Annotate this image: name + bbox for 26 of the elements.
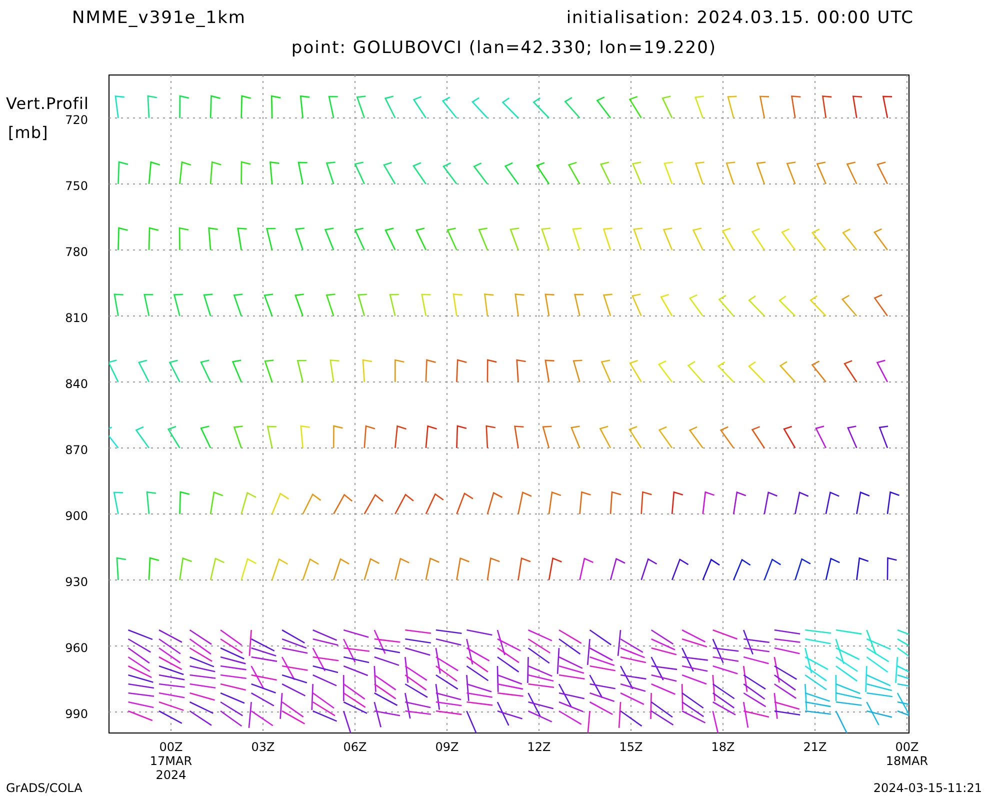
time-tick-label: 18Z	[711, 740, 735, 754]
pressure-tick-label: 930	[65, 575, 88, 589]
time-tick-label: 06Z	[343, 740, 367, 754]
time-tick-label: 09Z	[435, 740, 459, 754]
pressure-tick-label: 900	[65, 509, 88, 523]
point-title: point: GOLUBOVCI (lan=42.330; lon=19.220)	[291, 38, 717, 58]
pressure-tick-label: 780	[65, 245, 88, 259]
software-credit: GrADS/COLA	[6, 781, 82, 795]
model-title: NMME_v391e_1km	[72, 8, 246, 30]
pressure-tick-label: 750	[65, 179, 88, 193]
pressure-tick-label: 990	[65, 707, 88, 721]
pressure-tick-label: 960	[65, 641, 88, 655]
generated-timestamp: 2024-03-15-11:21	[873, 781, 982, 795]
time-tick-label: 12Z	[527, 740, 551, 754]
pressure-tick-label: 870	[65, 443, 88, 457]
initialisation-time: initialisation: 2024.03.15. 00:00 UTC	[566, 8, 914, 30]
time-tick-label: 15Z	[619, 740, 643, 754]
pressure-tick-label: 840	[65, 377, 88, 391]
time-tick-label: 03Z	[251, 740, 275, 754]
time-tick-label: 00Z 18MAR	[886, 740, 928, 768]
axis-title: Vert.Profil	[6, 94, 89, 113]
time-tick-label: 00Z 17MAR 2024	[150, 740, 192, 782]
pressure-tick-label: 720	[65, 113, 88, 127]
pressure-tick-label: 810	[65, 311, 88, 325]
time-tick-label: 21Z	[803, 740, 827, 754]
axis-title: [mb]	[8, 123, 48, 142]
